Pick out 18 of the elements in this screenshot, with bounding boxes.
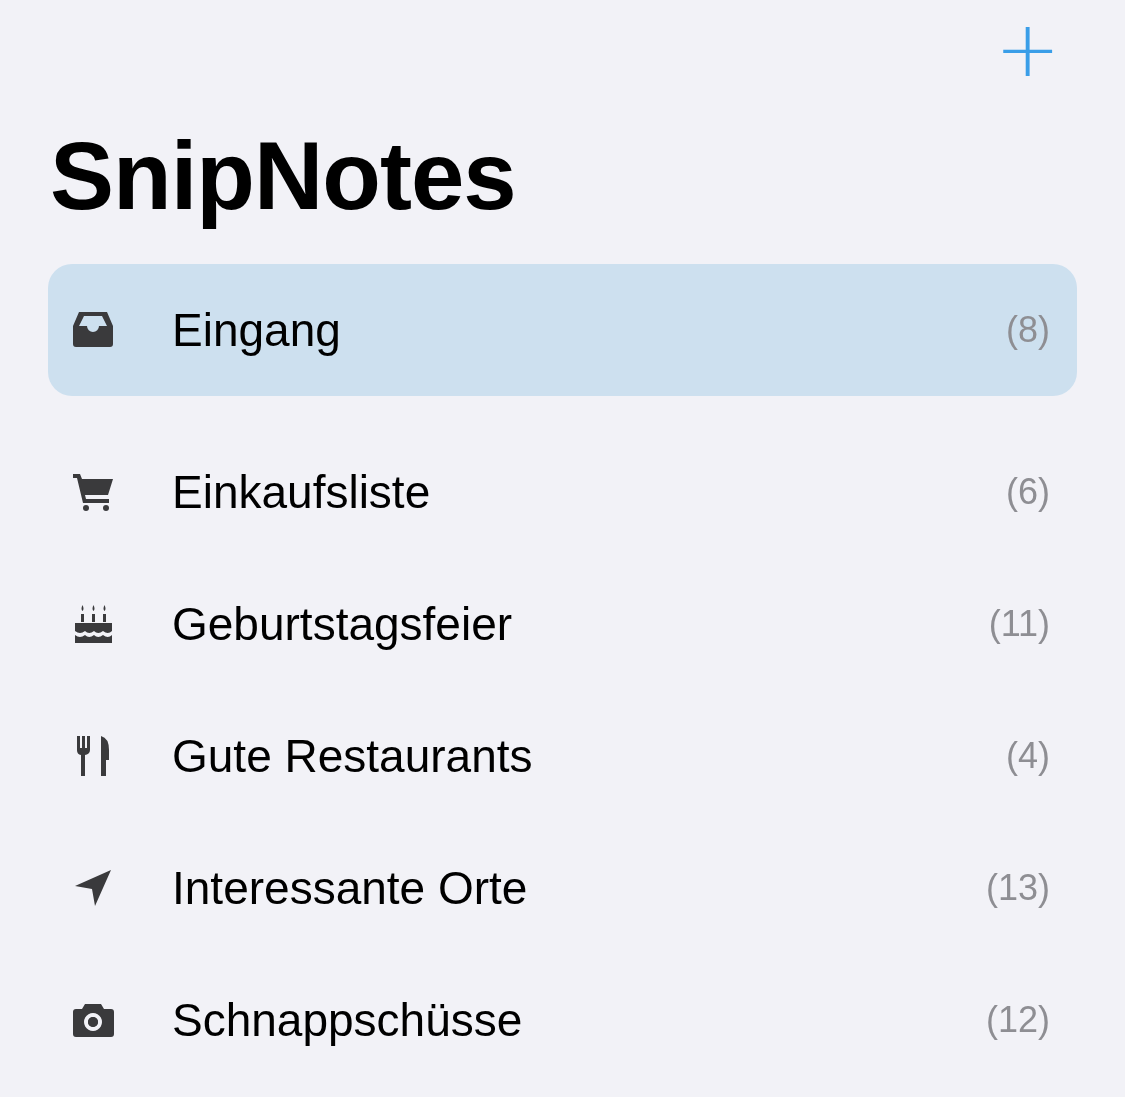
folder-row[interactable]: Schnappschüsse (12) bbox=[48, 954, 1077, 1086]
folder-name: Gute Restaurants bbox=[172, 729, 534, 783]
folder-count: (11) bbox=[988, 603, 1050, 645]
folder-name: Interessante Orte bbox=[172, 861, 529, 915]
folder-row[interactable]: Gute Restaurants (4) bbox=[48, 690, 1077, 822]
folder-count: (6) bbox=[1006, 471, 1050, 513]
folder-count: (12) bbox=[985, 999, 1050, 1041]
folder-row[interactable]: Eingang (8) bbox=[48, 264, 1077, 396]
folder-name: Eingang bbox=[172, 303, 342, 357]
folder-count: (4) bbox=[1006, 735, 1050, 777]
folder-count: (8) bbox=[1006, 309, 1050, 351]
folder-row[interactable]: Interessante Orte (13) bbox=[48, 822, 1077, 954]
folder-name: Schnappschüsse bbox=[172, 993, 524, 1047]
folder-row[interactable]: Einkaufsliste (6) bbox=[48, 426, 1077, 558]
folder-row[interactable]: Geburtstagsfeier (11) bbox=[48, 558, 1077, 690]
folder-name: Einkaufsliste bbox=[172, 465, 432, 519]
folder-count: (13) bbox=[985, 867, 1050, 909]
folder-name: Geburtstagsfeier bbox=[172, 597, 514, 651]
